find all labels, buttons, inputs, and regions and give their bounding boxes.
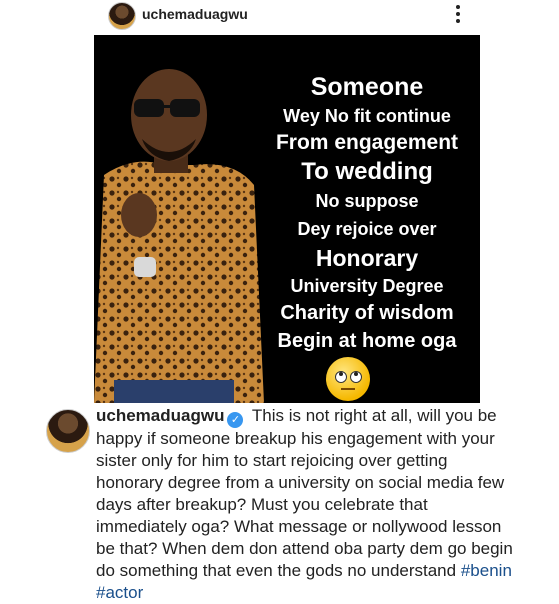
header-username[interactable]: uchemaduagwu	[142, 6, 248, 22]
profile-avatar[interactable]	[108, 2, 136, 30]
man-photo	[94, 35, 264, 403]
image-text-line: No suppose	[315, 191, 419, 211]
verified-badge-icon: ✓	[227, 412, 244, 428]
hashtag-link[interactable]: #benin	[461, 561, 512, 580]
caption-username[interactable]: uchemaduagwu	[96, 406, 224, 425]
image-text-line: Honorary	[315, 245, 419, 271]
image-text-line: To wedding	[301, 158, 433, 185]
caption-text: This is not right at all, will you be ha…	[96, 406, 513, 580]
post-image[interactable]: Someone Wey No fit continue From engagem…	[94, 35, 480, 403]
caption-text-block: uchemaduagwu ✓ This is not right at all, …	[96, 405, 514, 604]
caption-avatar[interactable]	[46, 409, 90, 453]
post-image-text: Someone Wey No fit continue From engagem…	[254, 71, 480, 355]
image-text-line: Begin at home oga	[277, 330, 457, 352]
post-caption: uchemaduagwu ✓ This is not right at all, …	[0, 403, 559, 602]
image-text-line: Wey No fit continue	[283, 106, 451, 126]
rolling-eyes-emoji-icon	[326, 357, 370, 401]
image-text-line: Someone	[310, 73, 424, 101]
image-text-line: University Degree	[290, 276, 444, 296]
post-header: uchemaduagwu	[0, 0, 559, 30]
hashtag-link[interactable]: #actor	[96, 583, 143, 602]
image-text-line: Dey rejoice over	[297, 219, 437, 239]
image-text-line: Charity of wisdom	[280, 302, 454, 324]
image-text-line: From engagement	[275, 131, 459, 154]
more-options-icon[interactable]	[452, 3, 464, 27]
